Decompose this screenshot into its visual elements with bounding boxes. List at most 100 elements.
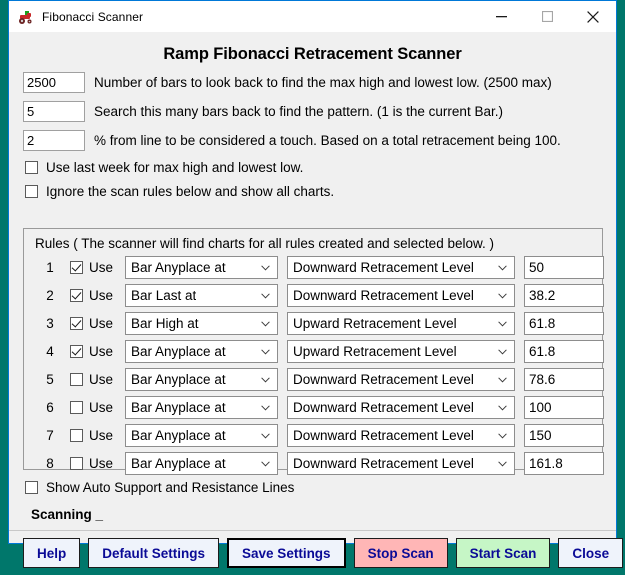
status-text: Scanning _ [31, 507, 104, 522]
rule-bar-type-select[interactable]: Bar Anyplace at [125, 452, 279, 475]
rule-value-input[interactable] [524, 312, 605, 335]
ignore-rules-checkbox[interactable] [25, 185, 38, 198]
rule-value-input[interactable] [524, 424, 605, 447]
rule-bar-type-select[interactable]: Bar Anyplace at [125, 340, 279, 363]
default-settings-button[interactable]: Default Settings [88, 538, 220, 568]
param-row-touch-percent: % from line to be considered a touch. Ba… [23, 130, 616, 151]
rule-use-toggle[interactable]: Use [70, 288, 113, 303]
rule-use-checkbox[interactable] [70, 345, 83, 358]
rule-bar-type-value: Bar Anyplace at [131, 428, 226, 443]
rule-bar-type-select[interactable]: Bar High at [125, 312, 279, 335]
rule-use-label: Use [89, 428, 114, 443]
param-row-searchback: Search this many bars back to find the p… [23, 101, 616, 122]
lookback-bars-label: Number of bars to look back to find the … [94, 75, 552, 90]
rule-row: 5 Use Bar Anyplace at Downward Retracement … [43, 368, 605, 391]
search-bars-label: Search this many bars back to find the p… [94, 104, 503, 119]
rule-value-input[interactable] [524, 256, 605, 279]
rule-use-checkbox[interactable] [70, 317, 83, 330]
application-window: Fibonacci Scanner Ramp Fibonacci Retrace… [8, 0, 624, 568]
rule-bar-type-value: Bar Anyplace at [131, 456, 226, 471]
rule-use-toggle[interactable]: Use [70, 400, 113, 415]
start-scan-button[interactable]: Start Scan [455, 538, 551, 568]
rule-level-select[interactable]: Downward Retracement Level [287, 396, 516, 419]
rule-bar-type-select[interactable]: Bar Anyplace at [125, 256, 279, 279]
maximize-icon[interactable] [524, 1, 570, 32]
auto-lines-checkbox[interactable] [25, 481, 38, 494]
use-last-week-label: Use last week for max high and lowest lo… [46, 160, 304, 175]
rule-number: 6 [46, 400, 54, 415]
rule-use-label: Use [89, 260, 114, 275]
close-button[interactable]: Close [558, 538, 624, 568]
rule-use-toggle[interactable]: Use [70, 260, 113, 275]
search-bars-input[interactable] [23, 101, 85, 122]
rule-bar-type-value: Bar Anyplace at [131, 400, 226, 415]
help-button[interactable]: Help [23, 538, 81, 568]
title-bar: Fibonacci Scanner [9, 0, 616, 32]
rule-bar-type-select[interactable]: Bar Anyplace at [125, 368, 279, 391]
rules-caption: Rules ( The scanner will find charts for… [35, 236, 494, 251]
rule-use-toggle[interactable]: Use [70, 344, 113, 359]
rule-use-toggle[interactable]: Use [70, 428, 113, 443]
rule-use-toggle[interactable]: Use [70, 456, 113, 471]
stop-scan-button[interactable]: Stop Scan [353, 538, 448, 568]
rule-use-checkbox[interactable] [70, 429, 83, 442]
close-icon[interactable] [570, 1, 616, 32]
rule-row: 2 Use Bar Last at Downward Retracement Leve… [43, 284, 605, 307]
rule-bar-type-select[interactable]: Bar Anyplace at [125, 424, 279, 447]
rule-row: 7 Use Bar Anyplace at Downward Retracement … [43, 424, 605, 447]
rule-value-input[interactable] [524, 452, 605, 475]
minimize-icon[interactable] [478, 1, 524, 32]
rule-bar-type-select[interactable]: Bar Anyplace at [125, 396, 279, 419]
rule-number: 2 [46, 288, 54, 303]
rule-level-select[interactable]: Downward Retracement Level [287, 256, 516, 279]
rule-number: 8 [46, 456, 54, 471]
rule-row: 6 Use Bar Anyplace at Downward Retracement … [43, 396, 605, 419]
rule-value-input[interactable] [524, 284, 605, 307]
rule-number: 3 [46, 316, 54, 331]
lookback-bars-input[interactable] [23, 72, 85, 93]
client-area: Ramp Fibonacci Retracement Scanner Numbe… [9, 32, 624, 568]
rule-bar-type-value: Bar High at [131, 316, 199, 331]
rule-bar-type-select[interactable]: Bar Last at [125, 284, 279, 307]
rule-level-value: Upward Retracement Level [293, 344, 457, 359]
option-auto-lines[interactable]: Show Auto Support and Resistance Lines [25, 480, 294, 495]
rule-use-toggle[interactable]: Use [70, 372, 113, 387]
rule-level-select[interactable]: Upward Retracement Level [287, 312, 516, 335]
rule-level-value: Downward Retracement Level [293, 456, 474, 471]
rule-number: 5 [46, 372, 54, 387]
rule-use-checkbox[interactable] [70, 457, 83, 470]
param-row-lookback: Number of bars to look back to find the … [23, 72, 616, 93]
save-settings-button[interactable]: Save Settings [227, 538, 346, 568]
rule-level-select[interactable]: Upward Retracement Level [287, 340, 516, 363]
rule-use-checkbox[interactable] [70, 401, 83, 414]
rule-use-checkbox[interactable] [70, 373, 83, 386]
rule-use-toggle[interactable]: Use [70, 316, 113, 331]
rules-rows: 1 Use Bar Anyplace at Downward Retracement … [24, 256, 605, 475]
rule-level-value: Downward Retracement Level [293, 428, 474, 443]
rule-row: 8 Use Bar Anyplace at Downward Retracement … [43, 452, 605, 475]
rule-level-select[interactable]: Downward Retracement Level [287, 424, 516, 447]
option-ignore-rules[interactable]: Ignore the scan rules below and show all… [25, 184, 616, 199]
rule-use-label: Use [89, 288, 114, 303]
rule-level-value: Downward Retracement Level [293, 372, 474, 387]
touch-percent-input[interactable] [23, 130, 85, 151]
rule-value-input[interactable] [524, 340, 605, 363]
window-title: Fibonacci Scanner [42, 9, 144, 24]
rule-level-value: Downward Retracement Level [293, 288, 474, 303]
rule-use-label: Use [89, 400, 114, 415]
rule-bar-type-value: Bar Last at [131, 288, 197, 303]
tractor-icon [18, 9, 34, 25]
rule-level-select[interactable]: Downward Retracement Level [287, 284, 516, 307]
option-use-last-week[interactable]: Use last week for max high and lowest lo… [25, 160, 616, 175]
rule-value-input[interactable] [524, 368, 605, 391]
rule-level-value: Downward Retracement Level [293, 260, 474, 275]
rule-use-checkbox[interactable] [70, 261, 83, 274]
rule-level-select[interactable]: Downward Retracement Level [287, 368, 516, 391]
rule-value-input[interactable] [524, 396, 605, 419]
use-last-week-checkbox[interactable] [25, 161, 38, 174]
rule-use-checkbox[interactable] [70, 289, 83, 302]
ignore-rules-label: Ignore the scan rules below and show all… [46, 184, 335, 199]
rule-row: 3 Use Bar High at Upward Retracement Level [43, 312, 605, 335]
rules-group: Rules ( The scanner will find charts for… [23, 228, 605, 475]
rule-level-select[interactable]: Downward Retracement Level [287, 452, 516, 475]
